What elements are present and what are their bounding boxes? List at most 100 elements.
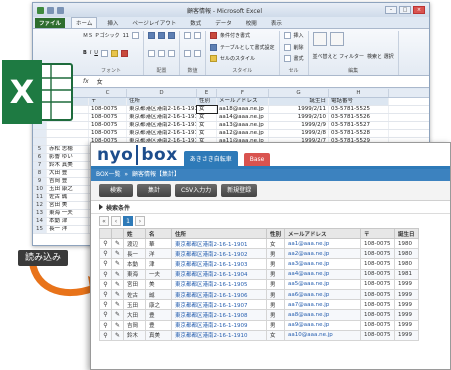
column-header-first-name[interactable]: 名 <box>145 228 173 239</box>
row-number[interactable]: 14 <box>33 218 47 225</box>
row-number[interactable]: 5 <box>33 146 47 153</box>
new-register-button[interactable]: 新規登録 <box>221 184 258 197</box>
cell-address-link[interactable]: 東京都都区港南2-16-1-1908 <box>171 309 268 321</box>
cell[interactable]: aa18@aaa.ne.jp <box>217 106 269 113</box>
grow-font-icon[interactable] <box>131 32 139 39</box>
find-select-button[interactable]: 検索と 選択 <box>367 53 394 60</box>
detail-icon[interactable]: ⚲ <box>99 248 112 260</box>
tab-home[interactable]: ホーム <box>71 17 98 28</box>
find-select-icon[interactable] <box>329 32 344 46</box>
align-top-icon[interactable] <box>147 32 155 39</box>
cell[interactable]: 影響 ゆい <box>47 154 89 161</box>
cell[interactable]: 本動 津 <box>47 218 89 225</box>
cell[interactable]: 女 <box>196 105 218 114</box>
search-button[interactable]: 検索 <box>99 184 133 197</box>
cell-email-link[interactable]: aa5@aaa.ne.jp <box>284 278 362 290</box>
cell[interactable] <box>47 130 89 137</box>
row-number[interactable]: 15 <box>33 226 47 233</box>
column-header[interactable]: G <box>269 89 329 97</box>
detail-icon[interactable]: ⚲ <box>99 237 112 250</box>
cell[interactable]: aa14@aaa.ne.jp <box>217 114 269 121</box>
insert-cells-button[interactable]: 挿入 <box>294 32 304 39</box>
decimal-increase-icon[interactable] <box>183 49 191 57</box>
cell-email-link[interactable]: aa9@aaa.ne.jp <box>284 319 362 331</box>
column-header[interactable]: F <box>217 89 269 97</box>
cell-email-link[interactable]: aa10@aaa.ne.jp <box>284 329 362 341</box>
cell-address-link[interactable]: 東京都都区港南2-16-1-1906 <box>171 288 268 301</box>
column-header[interactable]: H <box>329 89 389 97</box>
detail-icon[interactable]: ⚲ <box>99 319 112 331</box>
sort-filter-button[interactable]: 並べ替えと フィルター <box>313 53 365 60</box>
nyobox-logo[interactable]: nyo box <box>97 144 178 165</box>
column-header[interactable]: C <box>89 89 127 97</box>
edit-icon[interactable]: ✎ <box>110 299 125 311</box>
cell[interactable]: 佐古 誠 <box>47 194 89 201</box>
formula-input[interactable]: 女 <box>97 77 103 86</box>
column-header[interactable]: E <box>197 89 217 97</box>
cell[interactable]: 1999/2/9 <box>269 122 329 129</box>
cell[interactable]: 長一 洋 <box>47 226 89 233</box>
edit-icon[interactable]: ✎ <box>110 268 125 280</box>
tab-data[interactable]: データ <box>211 18 236 28</box>
cell-address-link[interactable]: 東京都都区港南2-16-1-1902 <box>171 248 268 260</box>
page-number-button[interactable]: 1 <box>123 216 133 226</box>
cell[interactable]: aa12@aaa.ne.jp <box>217 130 269 137</box>
cell[interactable]: 誕生日 <box>269 98 329 105</box>
edit-icon[interactable]: ✎ <box>110 248 125 260</box>
column-header[interactable]: D <box>127 89 197 97</box>
cell[interactable]: 女 <box>197 130 217 137</box>
minimize-icon[interactable]: – <box>385 6 397 14</box>
cell[interactable]: 東京都港区港南2-16-1-1914 <box>127 114 197 121</box>
cell[interactable]: 1999/2/8 <box>269 130 329 137</box>
aggregate-button[interactable]: 集計 <box>137 184 171 197</box>
row-number[interactable]: 13 <box>33 210 47 217</box>
cell-email-link[interactable]: aa1@aaa.ne.jp <box>284 237 362 250</box>
cell[interactable]: 吉岡 豊 <box>47 178 89 185</box>
column-header-sex[interactable]: 性別 <box>266 228 286 239</box>
cell[interactable]: 〒 <box>89 98 127 105</box>
edit-icon[interactable]: ✎ <box>110 329 125 341</box>
cell[interactable]: 03-5781-5526 <box>329 114 389 121</box>
cell[interactable]: 大田 豊 <box>47 170 89 177</box>
detail-icon[interactable]: ⚲ <box>99 288 112 301</box>
cell[interactable]: 玉田 康之 <box>47 186 89 193</box>
cell-address-link[interactable]: 東京都都区港南2-16-1-1909 <box>171 319 268 331</box>
cell-email-link[interactable]: aa4@aaa.ne.jp <box>284 268 362 280</box>
font-size-select[interactable]: 11 <box>123 33 129 39</box>
edit-icon[interactable]: ✎ <box>110 258 125 270</box>
border-icon[interactable] <box>100 49 108 57</box>
cell-email-link[interactable]: aa8@aaa.ne.jp <box>284 309 362 321</box>
tab-workspace[interactable]: あきさき自転車 <box>183 151 238 166</box>
cell[interactable]: 住所 <box>127 98 197 105</box>
cell-style-button[interactable]: セルのスタイル <box>220 55 255 62</box>
cell[interactable]: 03-5781-5525 <box>329 106 389 113</box>
cell-address-link[interactable]: 東京都都区港南2-16-1-1901 <box>171 237 268 250</box>
font-color-icon[interactable] <box>120 49 128 57</box>
decimal-decrease-icon[interactable] <box>193 49 201 57</box>
cell[interactable]: 108-0075 <box>89 130 127 137</box>
underline-icon[interactable]: U <box>94 50 98 56</box>
tab-review[interactable]: 校閲 <box>242 18 261 28</box>
tab-file[interactable]: ファイル <box>35 17 66 28</box>
prev-page-button[interactable]: ‹ <box>111 216 121 226</box>
cell[interactable]: 電話番号 <box>329 98 389 105</box>
breadcrumb-box-list[interactable]: BOX一覧 <box>96 171 120 178</box>
column-header-last-name[interactable]: 姓 <box>123 228 147 239</box>
edit-icon[interactable]: ✎ <box>110 278 125 290</box>
cell[interactable]: 女 <box>197 114 217 121</box>
row-number[interactable]: 8 <box>33 170 47 177</box>
align-middle-icon[interactable] <box>157 32 165 39</box>
detail-icon[interactable]: ⚲ <box>99 268 112 280</box>
italic-icon[interactable]: I <box>90 50 91 56</box>
cell[interactable]: 赤松 志穂 <box>47 146 89 153</box>
search-conditions-toggle[interactable]: 検索条件 <box>91 201 450 214</box>
tab-insert[interactable]: 挿入 <box>103 18 122 28</box>
cell-address-link[interactable]: 東京都都区港南2-16-1-1907 <box>171 299 268 311</box>
edit-icon[interactable]: ✎ <box>110 288 125 301</box>
number-format-icon[interactable] <box>183 32 191 39</box>
first-page-button[interactable]: « <box>99 216 109 226</box>
cell-email-link[interactable]: aa3@aaa.ne.jp <box>284 258 362 270</box>
cell[interactable]: 性別 <box>197 98 217 105</box>
next-page-button[interactable]: › <box>135 216 145 226</box>
column-header-address[interactable]: 住所 <box>171 228 268 239</box>
